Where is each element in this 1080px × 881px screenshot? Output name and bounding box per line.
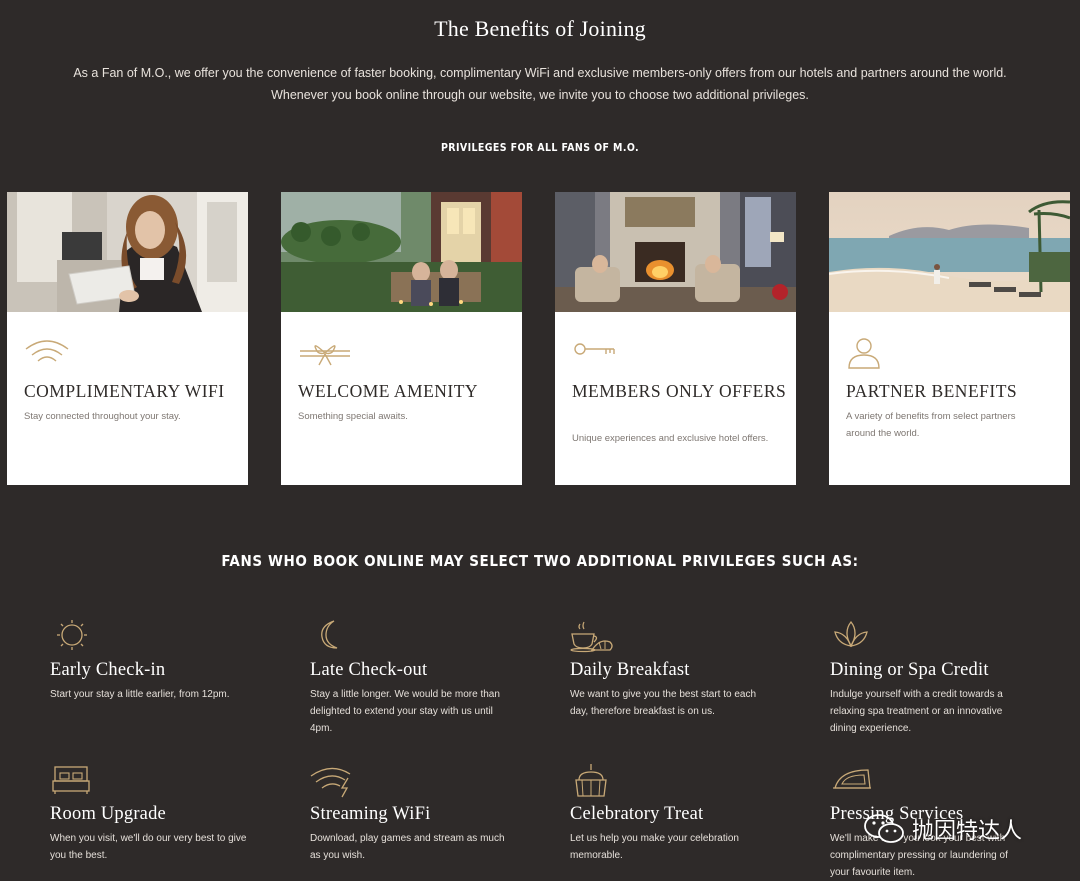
card-welcome-amenity[interactable]: WELCOME AMENITY Something special awaits… xyxy=(281,192,522,485)
cake-icon xyxy=(575,764,607,797)
card-title: WELCOME AMENITY xyxy=(298,381,479,401)
gift-ribbon-icon xyxy=(300,345,350,366)
privilege-title: Room Upgrade xyxy=(50,804,166,824)
card-partner-benefits[interactable]: PARTNER BENEFITS A variety of benefits f… xyxy=(829,192,1070,485)
privileges-heading: PRIVILEGES FOR ALL FANS OF M.O. xyxy=(440,142,640,154)
privilege-description: When you visit, we'll do our very best t… xyxy=(50,833,247,861)
card-description: Something special awaits. xyxy=(298,411,408,422)
privilege-description: Indulge yourself with a credit towards a… xyxy=(830,689,1003,734)
wechat-icon xyxy=(864,814,904,843)
privilege-description: We want to give you the best start to ea… xyxy=(570,689,757,717)
key-icon xyxy=(574,343,615,355)
woman-with-tablet-photo xyxy=(7,192,248,312)
privilege-description: Stay a little longer. We would be more t… xyxy=(310,689,500,734)
card-description: A variety of benefits from select partne… xyxy=(846,411,1016,439)
page-title: The Benefits of Joining xyxy=(434,16,646,41)
privilege-title: Daily Breakfast xyxy=(570,660,690,680)
card-title: COMPLIMENTARY WIFI xyxy=(24,381,225,401)
sun-icon xyxy=(57,620,87,650)
card-complimentary-wifi[interactable]: COMPLIMENTARY WIFI Stay connected throug… xyxy=(7,192,248,485)
person-icon xyxy=(848,338,880,369)
privilege-title: Celebratory Treat xyxy=(570,804,704,824)
privilege-title: Late Check-out xyxy=(310,660,428,680)
iron-icon xyxy=(833,769,871,789)
privilege-description: Start your stay a little earlier, from 1… xyxy=(50,689,230,700)
lotus-icon xyxy=(834,620,868,648)
card-title: PARTNER BENEFITS xyxy=(846,381,1018,401)
card-members-only-offers[interactable]: MEMBERS ONLY OFFERS Unique experiences a… xyxy=(555,192,796,485)
privilege-title: Early Check-in xyxy=(50,660,166,680)
lounge-fireplace-photo xyxy=(555,192,796,312)
privilege-title: Dining or Spa Credit xyxy=(830,660,989,680)
coffee-croissant-icon xyxy=(570,621,613,653)
bed-icon xyxy=(52,766,90,794)
streaming-wifi-icon xyxy=(310,767,351,798)
privilege-description: Let us help you make your celebration me… xyxy=(570,833,739,861)
card-description: Unique experiences and exclusive hotel o… xyxy=(572,433,769,444)
card-title: MEMBERS ONLY OFFERS xyxy=(572,381,787,401)
privilege-title: Streaming WiFi xyxy=(310,804,431,824)
wifi-icon xyxy=(25,340,69,362)
privilege-description: Download, play games and stream as much … xyxy=(310,833,505,861)
terrace-couple-photo xyxy=(281,192,522,312)
moon-icon xyxy=(321,620,338,649)
watermark: 抛因特达人 xyxy=(862,812,1062,846)
additional-privileges-heading: FANS WHO BOOK ONLINE MAY SELECT TWO ADDI… xyxy=(221,552,859,570)
intro-text: As a Fan of M.O., we offer you the conve… xyxy=(73,66,1007,102)
watermark-text: 抛因特达人 xyxy=(912,819,1023,844)
card-description: Stay connected throughout your stay. xyxy=(24,411,181,422)
beach-resort-photo xyxy=(829,192,1070,312)
